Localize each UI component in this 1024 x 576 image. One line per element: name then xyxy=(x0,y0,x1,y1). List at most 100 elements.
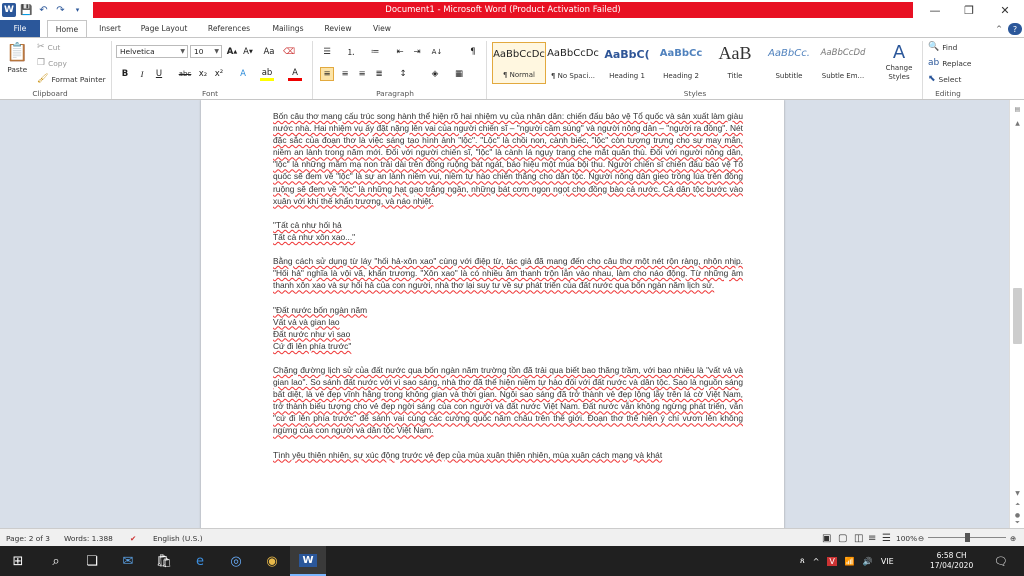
mail-icon[interactable]: ✉ xyxy=(110,546,146,576)
next-page-icon[interactable]: ⏷ xyxy=(1010,518,1024,528)
tab-view[interactable]: View xyxy=(366,20,398,37)
tab-home[interactable]: Home xyxy=(47,20,87,38)
strikethrough-button[interactable]: abc xyxy=(176,67,194,81)
bullets-icon[interactable]: ☰ xyxy=(320,45,334,59)
clear-formatting-icon[interactable]: ⌫ xyxy=(282,45,296,59)
cortana-icon[interactable]: ◎ xyxy=(218,546,254,576)
tab-review[interactable]: Review xyxy=(318,20,358,37)
network-icon[interactable]: 📶 xyxy=(845,557,855,566)
cut-button[interactable]: ✂ Cut xyxy=(37,42,60,52)
full-screen-view-icon[interactable]: ▢ xyxy=(838,529,847,547)
shrink-font-icon[interactable]: A ▼ xyxy=(241,45,255,59)
poem-line[interactable]: Tất cả như xôn xao..." xyxy=(273,231,743,243)
zoom-in-icon[interactable]: ⊕ xyxy=(1010,529,1016,547)
scroll-up-icon[interactable]: ▲ xyxy=(1010,118,1024,128)
search-icon[interactable]: ⌕ xyxy=(38,546,74,576)
web-layout-view-icon[interactable]: ◫ xyxy=(854,529,863,547)
proofing-icon[interactable]: ✔ xyxy=(130,529,136,547)
undo-icon[interactable]: ↶ xyxy=(37,4,50,17)
close-icon[interactable]: ✕ xyxy=(988,0,1022,20)
poem-line[interactable]: Đất nước như vì sao xyxy=(273,328,743,340)
align-right-icon[interactable]: ≡ xyxy=(355,67,369,81)
scrollbar-thumb[interactable] xyxy=(1013,288,1022,344)
chrome-icon[interactable]: ◉ xyxy=(254,546,290,576)
change-case-icon[interactable]: Aa xyxy=(262,45,276,59)
subscript-button[interactable]: x₂ xyxy=(196,67,210,81)
poem-line[interactable]: "Tất cả như hối hả xyxy=(273,219,743,231)
store-icon[interactable]: 🛍 xyxy=(146,546,182,576)
line-spacing-icon[interactable]: ↕ xyxy=(396,67,410,81)
highlight-icon[interactable]: ab xyxy=(260,67,274,81)
sort-icon[interactable]: A↓ xyxy=(430,45,444,59)
replace-button[interactable]: ab Replace xyxy=(928,58,971,68)
increase-indent-icon[interactable]: ⇥ xyxy=(410,45,424,59)
vpn-icon[interactable]: V xyxy=(827,556,837,566)
style-normal[interactable]: AaBbCcDc ¶ Normal xyxy=(492,42,546,84)
ruler-toggle-icon[interactable]: ▤ xyxy=(1010,104,1024,114)
word-app-icon[interactable]: W xyxy=(2,3,16,17)
vertical-scrollbar[interactable]: ▤ ▲ ▼ ⏶ ● ⏷ xyxy=(1009,100,1024,528)
font-name-select[interactable]: Helvetica ▼ xyxy=(116,45,188,58)
style-subtle-emphasis[interactable]: AaBbCcDd Subtle Em... xyxy=(816,42,870,84)
style-heading-1[interactable]: AaBbC( Heading 1 xyxy=(600,42,654,84)
scroll-down-icon[interactable]: ▼ xyxy=(1010,488,1024,498)
redo-icon[interactable]: ↷ xyxy=(54,4,67,17)
change-styles-button[interactable]: A Change Styles xyxy=(880,42,918,82)
save-icon[interactable]: 💾 xyxy=(20,4,33,17)
volume-icon[interactable]: 🔊 xyxy=(863,557,873,566)
justify-icon[interactable]: ≣ xyxy=(372,67,386,81)
zoom-level[interactable]: 100% xyxy=(896,529,917,547)
document-body[interactable]: Bốn câu thơ mang cấu trúc song hành thể … xyxy=(273,110,743,473)
poem-line[interactable]: "Đất nước bốn ngàn năm xyxy=(273,304,743,316)
show-formatting-icon[interactable]: ¶ xyxy=(466,45,480,59)
document-paragraph[interactable]: Bằng cách sử dụng từ láy "hối hả-xôn xao… xyxy=(273,255,743,291)
minimize-icon[interactable]: — xyxy=(918,0,952,20)
text-effects-icon[interactable]: A xyxy=(236,67,250,81)
start-icon[interactable]: ⊞ xyxy=(0,546,36,576)
select-button[interactable]: ⬉ Select xyxy=(928,74,961,84)
word-count[interactable]: Words: 1.388 xyxy=(64,529,113,547)
language-indicator[interactable]: English (U.S.) xyxy=(153,529,203,547)
align-center-icon[interactable]: ≡ xyxy=(338,67,352,81)
tab-insert[interactable]: Insert xyxy=(92,20,128,37)
word-taskbar-icon[interactable]: W xyxy=(290,546,326,576)
task-view-icon[interactable]: ❏ xyxy=(74,546,110,576)
bold-button[interactable]: B xyxy=(118,67,132,81)
restore-icon[interactable]: ❐ xyxy=(952,0,986,20)
print-layout-view-icon[interactable]: ▣ xyxy=(822,529,831,547)
document-paragraph[interactable]: Tình yêu thiên nhiên, sự xúc động trước … xyxy=(273,449,743,461)
document-page[interactable]: Bốn câu thơ mang cấu trúc song hành thể … xyxy=(201,100,784,528)
copy-button[interactable]: ❐ Copy xyxy=(37,58,67,68)
customize-qat-icon[interactable]: ▾ xyxy=(71,4,84,17)
previous-page-icon[interactable]: ⏶ xyxy=(1010,500,1024,510)
draft-view-icon[interactable]: ☰ xyxy=(882,529,891,547)
paste-button[interactable]: 📋 Paste xyxy=(6,42,28,74)
shading-icon[interactable]: ◈ xyxy=(428,67,442,81)
clock[interactable]: 6:58 CH 17/04/2020 xyxy=(930,546,973,576)
tab-file[interactable]: File xyxy=(0,20,40,37)
borders-icon[interactable]: ▦ xyxy=(452,67,466,81)
people-icon[interactable]: ጸ xyxy=(800,556,805,566)
align-left-icon[interactable]: ≡ xyxy=(320,67,334,81)
style-title[interactable]: AaB Title xyxy=(708,42,762,84)
zoom-out-icon[interactable]: ⊖ xyxy=(918,529,924,547)
italic-button[interactable]: I xyxy=(135,67,149,81)
style-heading-2[interactable]: AaBbCc Heading 2 xyxy=(654,42,708,84)
minimize-ribbon-icon[interactable]: ^ xyxy=(992,20,1006,37)
tab-page-layout[interactable]: Page Layout xyxy=(135,20,193,37)
help-icon[interactable]: ? xyxy=(1008,23,1022,35)
superscript-button[interactable]: x² xyxy=(212,67,226,81)
font-color-icon[interactable]: A xyxy=(288,67,302,81)
multilevel-list-icon[interactable]: ≔ xyxy=(368,45,382,59)
notifications-icon[interactable]: 🗨 xyxy=(994,546,1008,576)
numbering-icon[interactable]: ⒈ xyxy=(344,45,358,59)
poem-line[interactable]: Vất vả và gian lao xyxy=(273,316,743,328)
tab-mailings[interactable]: Mailings xyxy=(265,20,311,37)
poem-line[interactable]: Cứ đi lên phía trước" xyxy=(273,340,743,352)
find-button[interactable]: 🔍 Find xyxy=(928,42,957,52)
style-subtitle[interactable]: AaBbCc. Subtitle xyxy=(762,42,816,84)
edge-icon[interactable]: e xyxy=(182,546,218,576)
format-painter-button[interactable]: 🖌 Format Painter xyxy=(37,74,106,84)
document-paragraph[interactable]: Chặng đường lịch sử của đất nước qua bốn… xyxy=(273,364,743,437)
page-count[interactable]: Page: 2 of 3 xyxy=(6,529,50,547)
